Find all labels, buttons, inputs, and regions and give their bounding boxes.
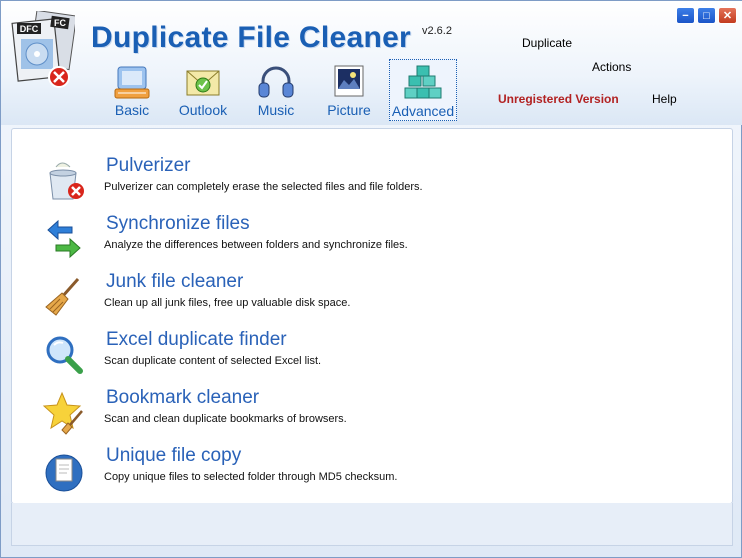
feature-unique-file-copy[interactable]: Unique file copy Copy unique files to se…	[12, 445, 730, 503]
feature-description: Analyze the differences between folders …	[104, 239, 408, 251]
feature-description: Clean up all junk files, free up valuabl…	[104, 297, 351, 309]
features-panel: Pulverizer Pulverizer can completely era…	[11, 128, 733, 504]
menu-actions[interactable]: Actions	[592, 60, 631, 74]
menu-duplicate-label: Duplicate	[522, 36, 573, 50]
footer-bar	[11, 503, 733, 546]
unregistered-label: Unregistered Version	[498, 92, 619, 106]
feature-description: Scan duplicate content of selected Excel…	[104, 355, 322, 367]
magnifier-icon	[46, 336, 83, 374]
tab-outlook[interactable]: Outlook	[175, 59, 231, 121]
menu-help[interactable]: Help	[652, 92, 677, 106]
menu-duplicate[interactable]: Duplicate	[522, 36, 572, 50]
feature-synchronize-files[interactable]: Synchronize files Analyze the difference…	[12, 213, 730, 271]
minimize-button[interactable]: −	[676, 7, 695, 24]
window-controls: − □ ✕	[676, 7, 737, 24]
feature-title: Synchronize files	[106, 213, 250, 234]
keyboard-icon	[114, 66, 150, 99]
feature-title: Junk file cleaner	[106, 271, 244, 292]
stacked-cubes-icon	[404, 65, 442, 99]
menu-actions-label: Actions	[592, 60, 632, 74]
version-label: v2.6.2	[422, 25, 452, 37]
file-copy-icon	[45, 454, 83, 492]
trash-delete-icon	[49, 162, 84, 200]
app-logo: DFC FC	[11, 11, 75, 88]
feature-title: Bookmark cleaner	[106, 387, 260, 408]
tab-music[interactable]: Music	[249, 59, 303, 121]
feature-title: Excel duplicate finder	[106, 329, 287, 350]
envelope-icon	[186, 70, 220, 96]
feature-description: Pulverizer can completely erase the sele…	[104, 181, 423, 193]
tab-outlook-label: Outlook	[178, 102, 228, 118]
star-broom-icon	[42, 391, 83, 435]
header: DFC FC Duplicate File Cleaner v2.6.2 − □…	[1, 1, 742, 125]
app-title: Duplicate File Cleaner	[91, 21, 412, 54]
feature-title: Pulverizer	[106, 155, 191, 176]
feature-junk-file-cleaner[interactable]: Junk file cleaner Clean up all junk file…	[12, 271, 730, 329]
feature-description: Scan and clean duplicate bookmarks of br…	[104, 413, 347, 425]
headphones-icon	[258, 66, 294, 98]
broom-icon	[45, 278, 80, 316]
feature-bookmark-cleaner[interactable]: Bookmark cleaner Scan and clean duplicat…	[12, 387, 730, 445]
tab-advanced[interactable]: Advanced	[389, 59, 457, 121]
svg-text:FC: FC	[54, 18, 66, 28]
feature-title: Unique file copy	[106, 445, 242, 466]
feature-description: Copy unique files to selected folder thr…	[104, 471, 398, 483]
picture-icon	[334, 65, 364, 97]
svg-text:DFC: DFC	[20, 24, 39, 34]
close-button[interactable]: ✕	[718, 7, 737, 24]
tab-picture[interactable]: Picture	[321, 59, 377, 121]
tab-basic-label: Basic	[114, 102, 150, 118]
feature-pulverizer[interactable]: Pulverizer Pulverizer can completely era…	[12, 155, 730, 213]
sync-arrows-icon	[47, 219, 81, 259]
tab-basic[interactable]: Basic	[103, 59, 161, 121]
tab-music-label: Music	[257, 102, 295, 118]
feature-excel-duplicate-finder[interactable]: Excel duplicate finder Scan duplicate co…	[12, 329, 730, 387]
tab-picture-label: Picture	[327, 102, 371, 118]
menu-help-label: Help	[652, 92, 677, 106]
app-window: DFC FC Duplicate File Cleaner v2.6.2 − □…	[0, 0, 742, 558]
maximize-button[interactable]: □	[697, 7, 716, 24]
tab-advanced-label: Advanced	[391, 103, 455, 119]
